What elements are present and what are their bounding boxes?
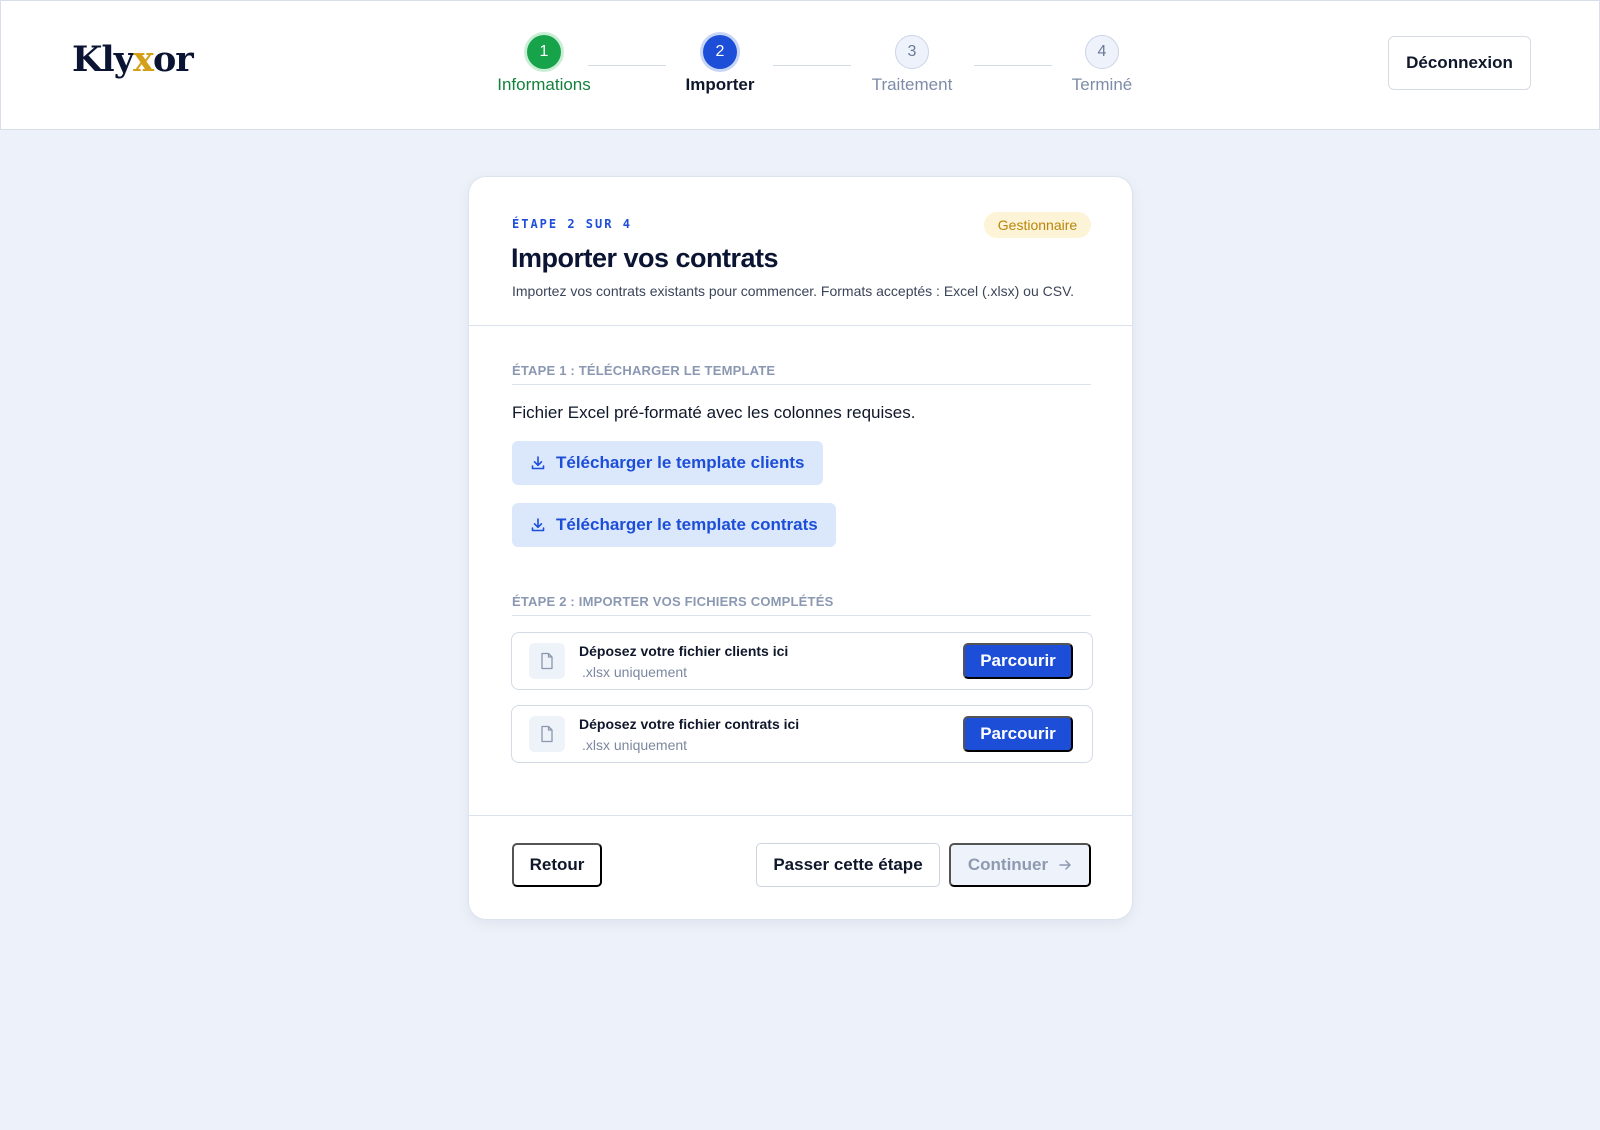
stepper-connector <box>773 65 851 66</box>
logo[interactable]: Klyxor <box>72 39 194 80</box>
file-icon <box>529 643 565 679</box>
section-description: Fichier Excel pré-formaté avec les colon… <box>512 403 916 422</box>
dropzone-clients[interactable]: Déposez votre fichier clients ici .xlsx … <box>511 632 1093 690</box>
browse-clients-button[interactable]: Parcourir <box>963 643 1073 679</box>
footer-divider <box>469 815 1132 816</box>
download-icon <box>531 518 545 532</box>
continue-button[interactable]: Continuer <box>949 843 1091 887</box>
step-label: Informations <box>497 75 591 94</box>
dropzone-title: Déposez votre fichier contrats ici <box>579 716 800 732</box>
logo-text-end: or <box>152 39 194 80</box>
download-template-clients-button[interactable]: Télécharger le template clients <box>512 441 823 485</box>
button-label: Continuer <box>967 855 1049 874</box>
stepper-connector <box>588 65 666 66</box>
step-label: Traitement <box>871 75 953 94</box>
stepper-step-traitement: 3 Traitement <box>866 35 958 95</box>
step-number: 3 <box>895 35 929 69</box>
dropzone-title: Déposez votre fichier clients ici <box>579 643 789 659</box>
step-number: 4 <box>1085 35 1119 69</box>
download-template-contrats-button[interactable]: Télécharger le template contrats <box>512 503 836 547</box>
page-title: Importer vos contrats <box>511 243 779 273</box>
download-icon <box>531 456 545 470</box>
stepper-step-informations: 1 Informations <box>487 35 601 95</box>
dropzone-subtitle: .xlsx uniquement <box>582 737 688 753</box>
logout-button[interactable]: Déconnexion <box>1388 36 1531 90</box>
top-bar: Klyxor 1 Informations 2 Importer 3 Trait… <box>0 0 1600 130</box>
logo-text-accent: x <box>133 39 154 80</box>
stepper-step-termine: 4 Terminé <box>1067 35 1137 95</box>
dropzone-contrats[interactable]: Déposez votre fichier contrats ici .xlsx… <box>511 705 1093 763</box>
step-number: 2 <box>703 35 737 69</box>
import-card: ÉTAPE 2 SUR 4 Gestionnaire Importer vos … <box>468 176 1133 920</box>
section-label-template: ÉTAPE 1 : TÉLÉCHARGER LE TEMPLATE <box>512 363 1091 385</box>
step-number: 1 <box>527 35 561 69</box>
section-label-import: ÉTAPE 2 : IMPORTER VOS FICHIERS COMPLÉTÉ… <box>512 594 1091 616</box>
button-label: Télécharger le template clients <box>556 453 805 472</box>
header-divider <box>469 325 1132 326</box>
step-eyebrow: ÉTAPE 2 SUR 4 <box>512 217 632 231</box>
arrow-right-icon <box>1059 860 1071 870</box>
dropzone-subtitle: .xlsx uniquement <box>582 664 688 680</box>
back-button[interactable]: Retour <box>512 843 602 887</box>
step-label: Importer <box>685 75 755 94</box>
stepper-step-importer: 2 Importer <box>679 35 761 95</box>
button-label: Télécharger le template contrats <box>556 515 818 534</box>
role-badge: Gestionnaire <box>984 212 1091 238</box>
browse-contrats-button[interactable]: Parcourir <box>963 716 1073 752</box>
logo-text-start: Kly <box>72 39 134 80</box>
stepper-connector <box>974 65 1052 66</box>
file-icon <box>529 716 565 752</box>
page-description: Importez vos contrats existants pour com… <box>512 283 1075 299</box>
skip-step-button[interactable]: Passer cette étape <box>756 843 940 887</box>
step-label: Terminé <box>1071 75 1133 94</box>
